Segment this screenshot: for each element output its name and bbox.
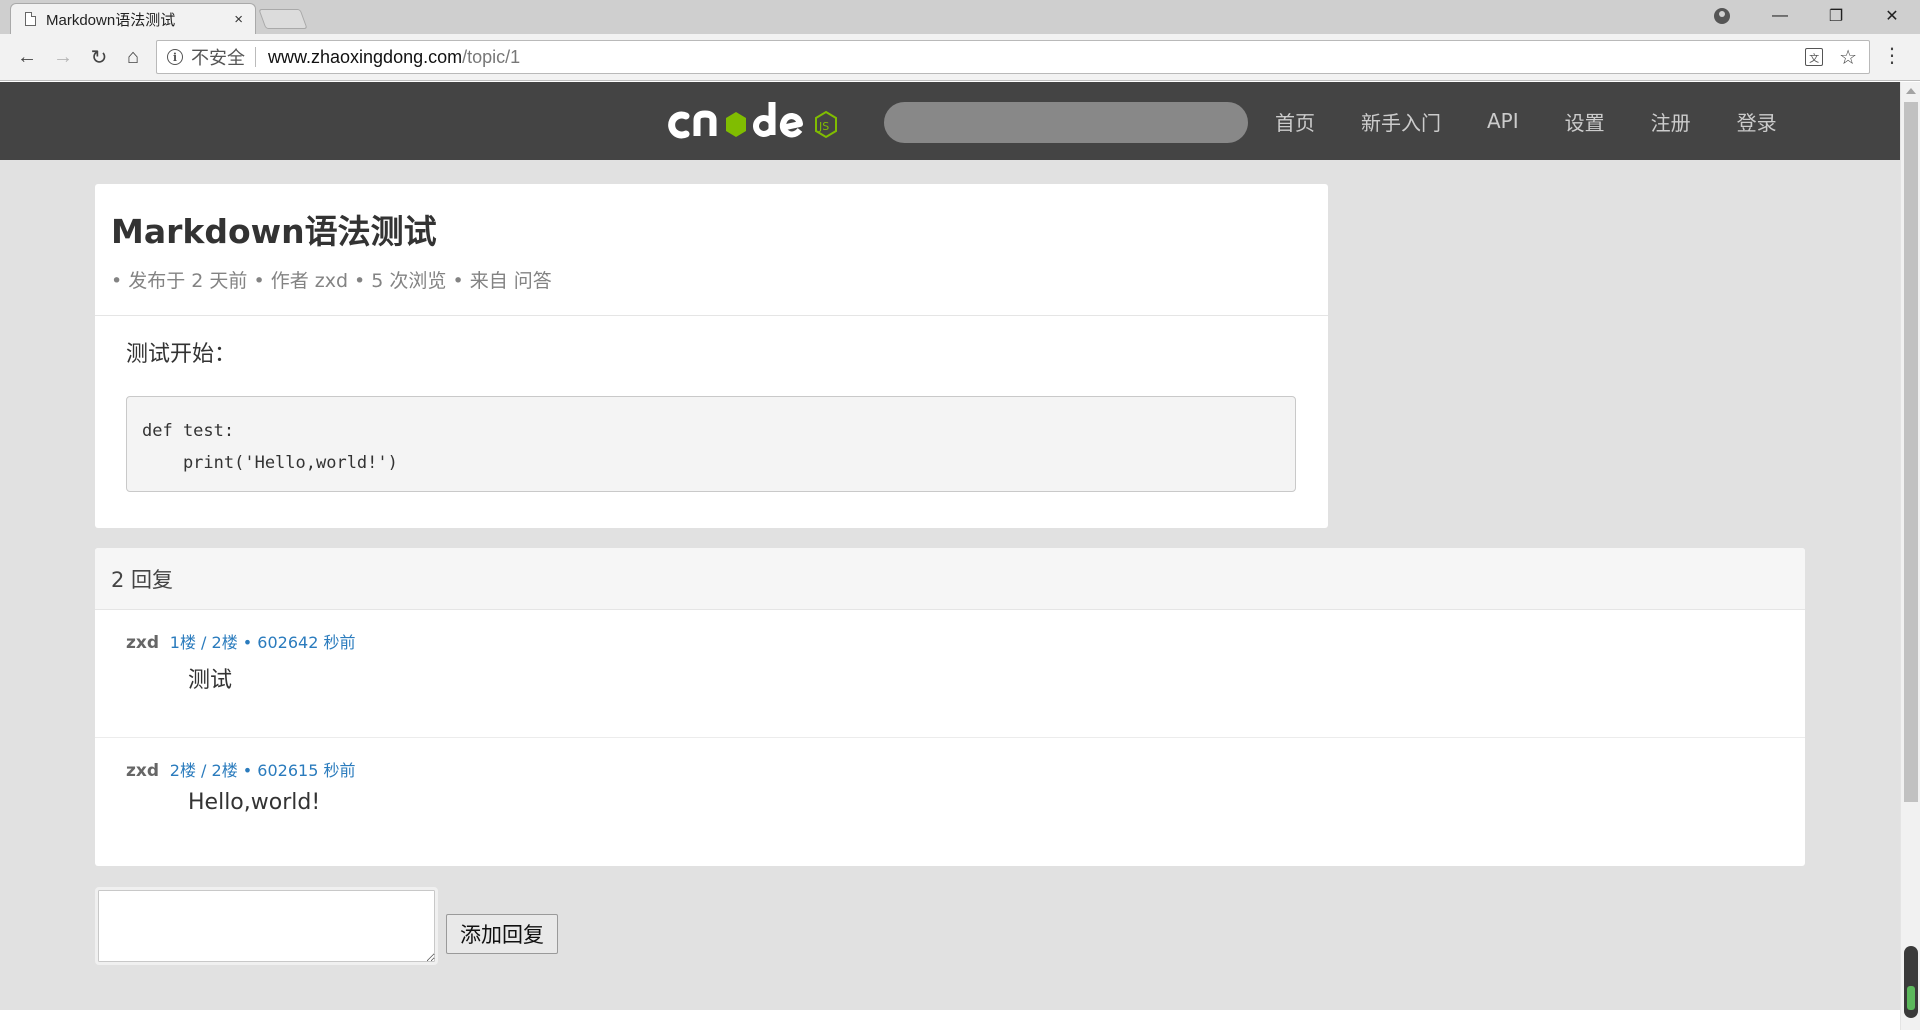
reply-floor-link[interactable]: 1楼 / 2楼 • 602642 秒前 <box>170 633 356 652</box>
page-bottom <box>0 1010 1900 1030</box>
page-scrollbar[interactable] <box>1900 82 1920 1030</box>
address-bar[interactable]: i 不安全 www.zhaoxingdong.com /topic/1 文 ☆ <box>156 40 1870 74</box>
cnodejs-logo-icon: JS <box>668 102 837 139</box>
topic-header: Markdown语法测试 • 发布于 2 天前 • 作者 zxd • 5 次浏览… <box>95 184 1328 316</box>
security-label[interactable]: 不安全 <box>191 44 245 70</box>
topic-title: Markdown语法测试 <box>111 212 437 251</box>
info-icon[interactable]: i <box>167 49 183 65</box>
reply-floor-link[interactable]: 2楼 / 2楼 • 602615 秒前 <box>170 761 356 780</box>
tab-title: Markdown语法测试 <box>46 11 176 29</box>
star-icon[interactable]: ☆ <box>1839 45 1857 70</box>
reply-author[interactable]: zxd <box>126 633 159 653</box>
browser-tabstrip: Markdown语法测试 × — ❐ ✕ <box>0 0 1920 34</box>
scrollbar-thumb[interactable] <box>1904 102 1918 802</box>
page-icon <box>25 12 36 26</box>
svg-text:JS: JS <box>818 120 829 133</box>
profile-button[interactable] <box>1692 0 1752 32</box>
scroll-up-arrow-icon[interactable] <box>1906 88 1916 94</box>
floating-widget[interactable] <box>1904 946 1918 1018</box>
cnodejs-logo[interactable]: JS <box>664 98 864 146</box>
translate-icon[interactable]: 文 <box>1805 48 1824 66</box>
nav-register[interactable]: 注册 <box>1628 107 1714 136</box>
replies-header: 2 回复 <box>95 548 1805 610</box>
nav-api[interactable]: API <box>1464 109 1542 133</box>
nav-login[interactable]: 登录 <box>1714 107 1800 136</box>
new-tab-button[interactable] <box>258 9 308 29</box>
browser-tab[interactable]: Markdown语法测试 × <box>10 3 256 34</box>
topic-body: 测试开始： def test: print('Hello,world!') <box>95 316 1328 512</box>
code-block: def test: print('Hello,world!') <box>126 396 1296 492</box>
reply-item: zxd 2楼 / 2楼 • 602615 秒前 Hello,world! <box>95 738 1805 866</box>
omnibox-actions: 文 ☆ <box>1805 45 1869 70</box>
site-nav: 首页 新手入门 API 设置 注册 登录 <box>1252 82 1800 160</box>
back-button[interactable]: ← <box>12 42 42 72</box>
topic-intro: 测试开始： <box>126 342 237 367</box>
reload-button[interactable]: ↻ <box>84 42 114 72</box>
menu-icon[interactable]: ⋮ <box>1882 46 1902 66</box>
address-separator <box>255 47 256 67</box>
replies-panel: 2 回复 zxd 1楼 / 2楼 • 602642 秒前 测试 zxd 2楼 /… <box>95 548 1805 866</box>
forward-button[interactable]: → <box>48 42 78 72</box>
topic-meta: • 发布于 2 天前 • 作者 zxd • 5 次浏览 • 来自 问答 <box>111 270 552 292</box>
reply-meta: zxd 2楼 / 2楼 • 602615 秒前 <box>126 760 1774 782</box>
close-window-button[interactable]: ✕ <box>1864 0 1920 32</box>
reply-textarea[interactable] <box>95 887 438 965</box>
nav-settings[interactable]: 设置 <box>1542 107 1628 136</box>
url-path[interactable]: /topic/1 <box>462 47 520 68</box>
maximize-button[interactable]: ❐ <box>1808 0 1864 32</box>
browser-toolbar: ← → ↻ ⌂ i 不安全 www.zhaoxingdong.com /topi… <box>0 34 1920 81</box>
reply-meta: zxd 1楼 / 2楼 • 602642 秒前 <box>126 632 1774 654</box>
reply-author[interactable]: zxd <box>126 761 159 781</box>
window-controls: — ❐ ✕ <box>1692 0 1920 32</box>
add-reply-button[interactable]: 添加回复 <box>446 914 558 954</box>
nav-getting-started[interactable]: 新手入门 <box>1338 107 1464 136</box>
url-host[interactable]: www.zhaoxingdong.com <box>268 47 462 68</box>
home-button[interactable]: ⌂ <box>118 42 148 72</box>
topic-panel: Markdown语法测试 • 发布于 2 天前 • 作者 zxd • 5 次浏览… <box>95 184 1328 528</box>
profile-icon <box>1714 8 1730 24</box>
minimize-button[interactable]: — <box>1752 0 1808 32</box>
site-header: JS 首页 新手入门 API 设置 注册 登录 <box>0 82 1900 160</box>
reply-content: Hello,world! <box>188 790 321 815</box>
nav-home[interactable]: 首页 <box>1252 107 1338 136</box>
tab-close-icon[interactable]: × <box>234 11 243 28</box>
page-viewport: JS 首页 新手入门 API 设置 注册 登录 Markdown语法测试 • 发… <box>0 82 1900 1030</box>
site-search-input[interactable] <box>884 102 1248 143</box>
reply-item: zxd 1楼 / 2楼 • 602642 秒前 测试 <box>95 610 1805 738</box>
reply-content: 测试 <box>188 668 233 693</box>
